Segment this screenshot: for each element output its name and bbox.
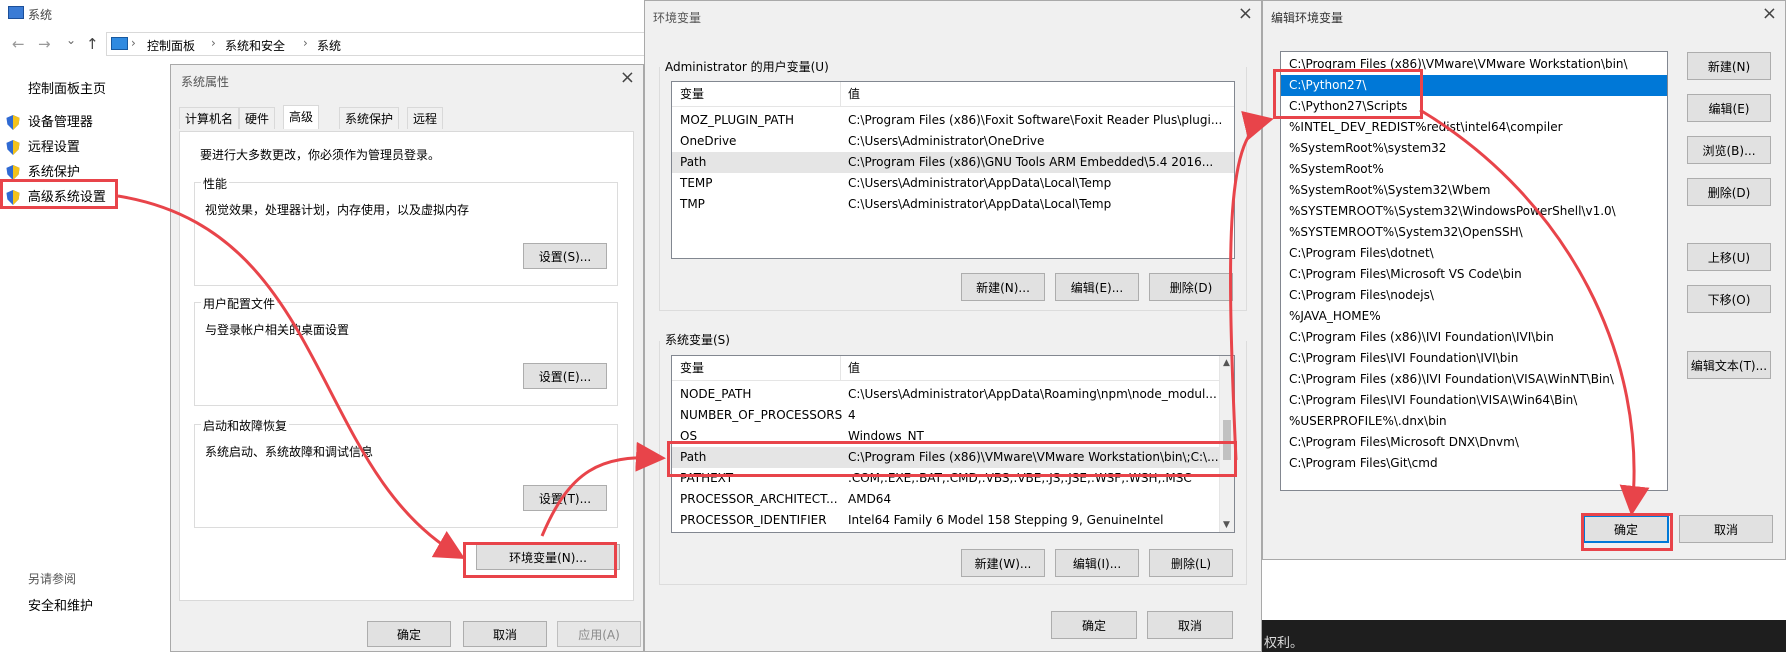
arrow-sidebar-to-env-button	[117, 194, 466, 559]
arrow-python-paths-to-ok	[1419, 108, 1650, 516]
annotation-arrows	[117, 108, 1650, 559]
arrow-system-path-to-python-paths	[1229, 111, 1274, 461]
arrow-env-button-to-system-path	[540, 441, 666, 537]
